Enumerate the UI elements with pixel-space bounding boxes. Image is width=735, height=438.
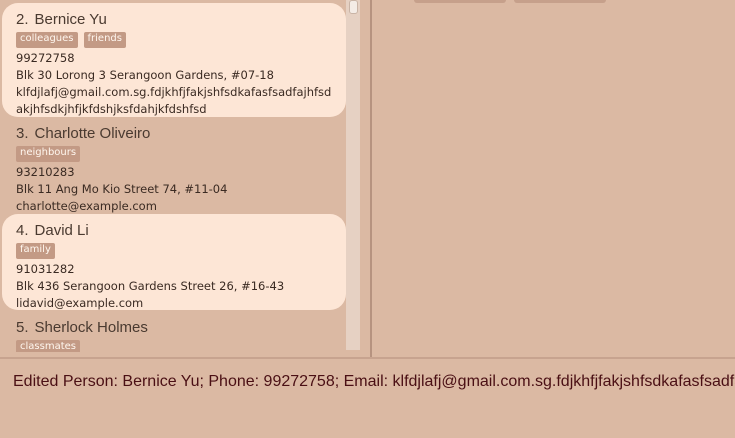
- person-card-bernice-yu[interactable]: 2. Bernice Yu colleagues friends 99272758…: [2, 3, 346, 117]
- person-address: Blk 30 Lorong 3 Serangoon Gardens, #07-1…: [16, 68, 274, 82]
- tag: friends: [83, 32, 126, 48]
- result-display: Edited Person: Bernice Yu; Phone: 992727…: [0, 359, 735, 438]
- person-name-line: 2. Bernice Yu: [16, 11, 332, 29]
- toolbar-button[interactable]: [414, 0, 506, 3]
- toolbar-button[interactable]: [514, 0, 606, 3]
- person-phone: 91031282: [16, 262, 75, 276]
- tag: classmates: [16, 340, 80, 352]
- person-list-panel[interactable]: 2. Bernice Yu colleagues friends 99272758…: [0, 0, 362, 352]
- list-scrollbar[interactable]: [346, 0, 360, 350]
- person-address: Blk 436 Serangoon Gardens Street 26, #16…: [16, 279, 285, 293]
- top-toolbar: [414, 0, 606, 3]
- person-card-david-li[interactable]: 4. David Li family 91031282 Blk 436 Seran…: [2, 214, 346, 310]
- person-name-line: 5. Sherlock Holmes: [16, 319, 332, 337]
- person-card-sherlock-holmes[interactable]: 5. Sherlock Holmes classmates: [2, 311, 346, 352]
- tag: family: [16, 243, 55, 259]
- person-name-line: 3. Charlotte Oliveiro: [16, 125, 332, 143]
- tag-list: colleagues friends: [16, 32, 332, 48]
- person-name: David Li: [34, 222, 89, 239]
- panel-divider[interactable]: [370, 0, 372, 358]
- person-email: lidavid@example.com: [16, 296, 144, 310]
- person-email: charlotte@example.com: [16, 199, 157, 213]
- person-email: klfdjlafj@gmail.com.sg.fdjkhfjfakjshfsdk…: [16, 85, 332, 116]
- tag: neighbours: [16, 146, 81, 162]
- person-name-line: 4. David Li: [16, 222, 332, 240]
- person-phone: 93210283: [16, 165, 75, 179]
- person-name: Charlotte Oliveiro: [34, 125, 151, 142]
- person-name: Sherlock Holmes: [34, 319, 148, 336]
- person-index: 4.: [16, 222, 29, 239]
- person-index: 2.: [16, 11, 29, 28]
- tag-list: neighbours: [16, 146, 332, 162]
- person-name: Bernice Yu: [34, 11, 107, 28]
- tag: colleagues: [16, 32, 78, 48]
- result-message: Edited Person: Bernice Yu; Phone: 992727…: [13, 373, 735, 390]
- tag-list: family: [16, 243, 332, 259]
- person-phone: 99272758: [16, 51, 75, 65]
- person-index: 5.: [16, 319, 29, 336]
- person-card-charlotte-oliveiro[interactable]: 3. Charlotte Oliveiro neighbours 93210283…: [2, 117, 346, 213]
- person-index: 3.: [16, 125, 29, 142]
- scrollbar-thumb[interactable]: [349, 0, 358, 14]
- tag-list: classmates: [16, 340, 332, 352]
- person-address: Blk 11 Ang Mo Kio Street 74, #11-04: [16, 182, 228, 196]
